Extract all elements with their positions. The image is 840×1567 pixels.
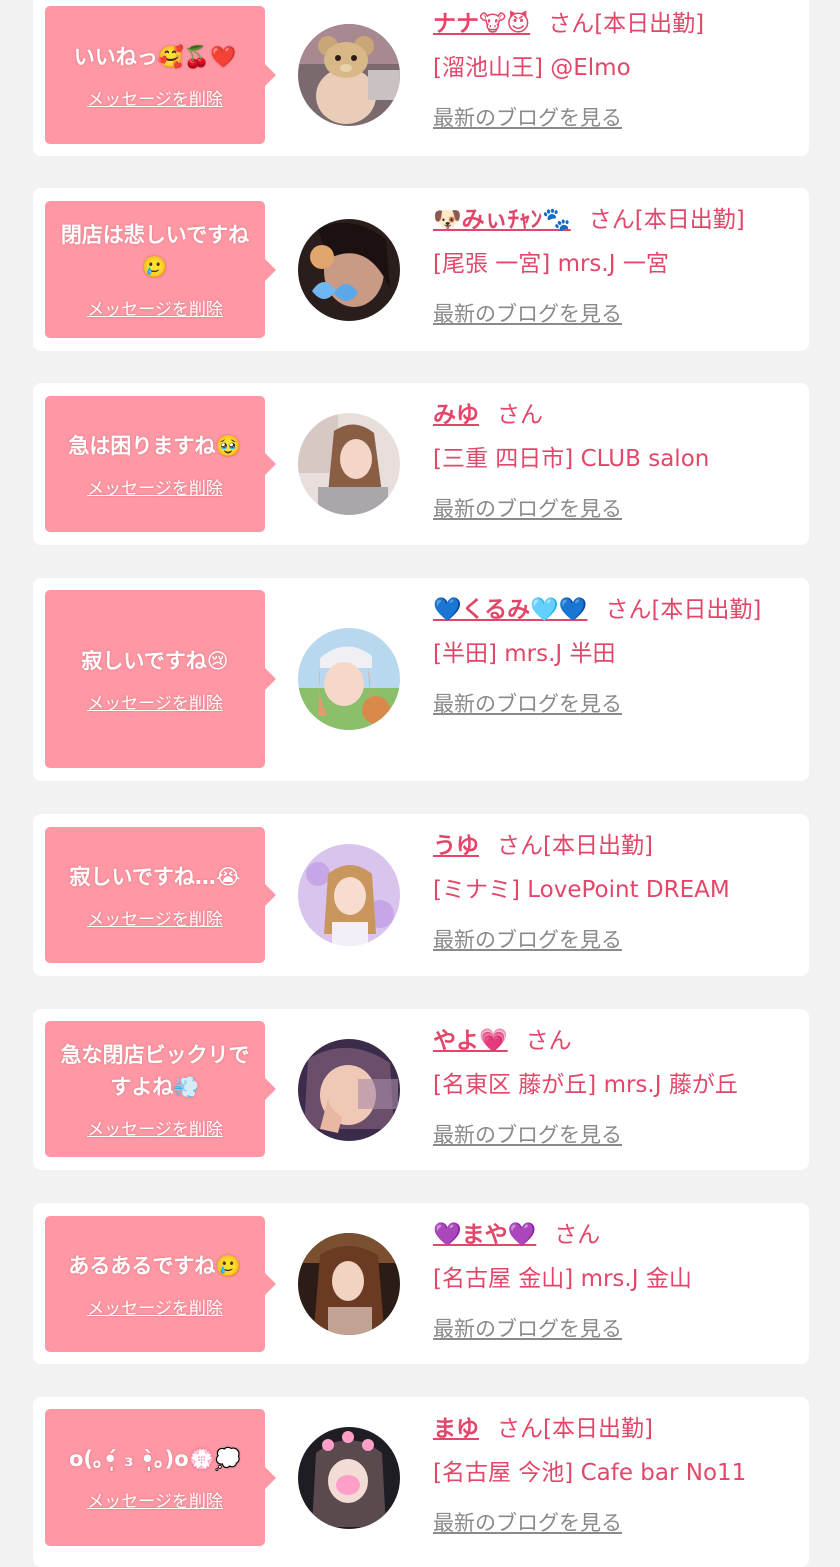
shop-name: [名古屋 今池] Cafe bar No11 (433, 1460, 747, 1486)
sender-name-link[interactable]: みゆ (433, 402, 479, 428)
latest-blog-link[interactable]: 最新のブログを見る (433, 1113, 622, 1157)
message-text: 急な閉店ビックリですよね💨 (60, 1042, 250, 1099)
portrait-photo-icon (298, 413, 400, 515)
sender-info: 💜まや💜 さん [名古屋 金山] mrs.J 金山 最新のブログを見る (433, 1213, 791, 1351)
sender-name-link[interactable]: やよ💗 (433, 1028, 508, 1054)
sender-info: みゆ さん [三重 四日市] CLUB salon 最新のブログを見る (433, 393, 791, 531)
sender-status: さん (525, 1028, 572, 1054)
message-card: 閉店は悲しいですね🥲 メッセージを削除 🐶みぃﾁｬﾝ🐾 さん[本日出勤] [尾張 … (33, 188, 809, 351)
message-bubble: いいねっ🥰🍒❤️ メッセージを削除 (45, 6, 276, 144)
message-text: 寂しいですね…😭 (69, 864, 241, 889)
sender-info: やよ💗 さん [名東区 藤が丘] mrs.J 藤が丘 最新のブログを見る (433, 1019, 791, 1157)
sender-info: ナナ🐮😈 さん[本日出勤] [溜池山王] @Elmo 最新のブログを見る (433, 2, 791, 140)
message-bubble: 急な閉店ビックリですよね💨 メッセージを削除 (45, 1021, 276, 1157)
latest-blog-link[interactable]: 最新のブログを見る (433, 918, 622, 962)
message-bubble: 寂しいですね…😭 メッセージを削除 (45, 827, 276, 963)
portrait-photo-icon (298, 1233, 400, 1335)
message-bubble: 閉店は悲しいですね🥲 メッセージを削除 (45, 201, 276, 338)
latest-blog-link[interactable]: 最新のブログを見る (433, 682, 622, 726)
message-text: 寂しいですね😢 (81, 648, 229, 673)
portrait-photo-icon (298, 1427, 400, 1529)
teddy-bear-photo-icon (298, 24, 400, 126)
sender-info: 🐶みぃﾁｬﾝ🐾 さん[本日出勤] [尾張 一宮] mrs.J 一宮 最新のブログを… (433, 198, 791, 336)
avatar[interactable] (298, 219, 400, 321)
message-text: 閉店は悲しいですね🥲 (60, 223, 250, 279)
latest-blog-link[interactable]: 最新のブログを見る (433, 1501, 622, 1545)
message-card: 急な閉店ビックリですよね💨 メッセージを削除 やよ💗 さん [名東区 藤が丘] m… (33, 1009, 809, 1170)
delete-message-link[interactable]: メッセージを削除 (87, 905, 223, 930)
message-card: あるあるですね🥲 メッセージを削除 💜まや💜 さん [名古屋 金山] mrs.J … (33, 1203, 809, 1364)
sender-name-link[interactable]: 🐶みぃﾁｬﾝ🐾 (433, 207, 571, 233)
shop-name: [三重 四日市] CLUB salon (433, 446, 710, 472)
sender-status: さん[本日出勤] (605, 597, 762, 623)
latest-blog-link[interactable]: 最新のブログを見る (433, 96, 622, 140)
sender-name-link[interactable]: 💙くるみ🩵💙 (433, 597, 587, 623)
message-card: いいねっ🥰🍒❤️ メッセージを削除 ナナ🐮😈 さん[本日出勤] [溜池山王] @E… (33, 0, 809, 156)
message-text: あるあるですね🥲 (68, 1253, 242, 1278)
shop-name: [名東区 藤が丘] mrs.J 藤が丘 (433, 1072, 738, 1098)
message-card: o(｡•̩̩̩́ ₃ •̩̩̩̀｡)o💮💭 メッセージを削除 まゆ さん[本日出勤… (33, 1397, 809, 1567)
avatar[interactable] (298, 24, 400, 126)
sender-status: さん[本日出勤] (497, 1416, 653, 1442)
portrait-photo-icon (298, 628, 400, 730)
delete-message-link[interactable]: メッセージを削除 (87, 689, 223, 714)
message-bubble: 寂しいですね😢 メッセージを削除 (45, 590, 276, 768)
sender-name-link[interactable]: 💜まや💜 (433, 1222, 536, 1248)
message-card: 寂しいですね…😭 メッセージを削除 うゆ さん[本日出勤] [ミナミ] LoveP… (33, 814, 809, 976)
sender-name-link[interactable]: うゆ (433, 833, 479, 859)
delete-message-link[interactable]: メッセージを削除 (87, 1487, 223, 1512)
avatar[interactable] (298, 413, 400, 515)
message-card: 急は困りますね🥹 メッセージを削除 みゆ さん [三重 四日市] CLUB sal… (33, 383, 809, 545)
delete-message-link[interactable]: メッセージを削除 (87, 1294, 223, 1319)
sender-status: さん[本日出勤] (497, 833, 653, 859)
sender-status: さん (497, 402, 543, 428)
portrait-photo-icon (298, 844, 400, 946)
delete-message-link[interactable]: メッセージを削除 (87, 1115, 223, 1140)
shop-name: [ミナミ] LovePoint DREAM (433, 877, 730, 903)
sender-name-link[interactable]: まゆ (433, 1416, 479, 1442)
latest-blog-link[interactable]: 最新のブログを見る (433, 292, 622, 336)
avatar[interactable] (298, 1427, 400, 1529)
sender-status: さん[本日出勤] (588, 207, 745, 233)
delete-message-link[interactable]: メッセージを削除 (87, 474, 223, 499)
message-text: o(｡•̩̩̩́ ₃ •̩̩̩̀｡)o💮💭 (68, 1447, 241, 1471)
delete-message-link[interactable]: メッセージを削除 (87, 295, 223, 320)
message-text: 急は困りますね🥹 (68, 433, 242, 458)
portrait-photo-icon (298, 219, 400, 321)
delete-message-link[interactable]: メッセージを削除 (87, 85, 223, 110)
sender-info: まゆ さん[本日出勤] [名古屋 今池] Cafe bar No11 最新のブログ… (433, 1407, 791, 1545)
shop-name: [名古屋 金山] mrs.J 金山 (433, 1266, 692, 1292)
sender-info: 💙くるみ🩵💙 さん[本日出勤] [半田] mrs.J 半田 最新のブログを見る (433, 588, 791, 726)
sender-status: さん[本日出勤] (548, 11, 705, 37)
sender-status: さん (554, 1222, 601, 1248)
portrait-photo-icon (298, 1039, 400, 1141)
avatar[interactable] (298, 628, 400, 730)
message-bubble: o(｡•̩̩̩́ ₃ •̩̩̩̀｡)o💮💭 メッセージを削除 (45, 1409, 276, 1546)
latest-blog-link[interactable]: 最新のブログを見る (433, 487, 622, 531)
message-bubble: 急は困りますね🥹 メッセージを削除 (45, 396, 276, 532)
shop-name: [半田] mrs.J 半田 (433, 641, 616, 667)
avatar[interactable] (298, 1233, 400, 1335)
avatar[interactable] (298, 1039, 400, 1141)
message-bubble: あるあるですね🥲 メッセージを削除 (45, 1216, 276, 1352)
message-card: 寂しいですね😢 メッセージを削除 💙くるみ🩵💙 さん[本日出勤] [半田] mrs… (33, 578, 809, 781)
latest-blog-link[interactable]: 最新のブログを見る (433, 1307, 622, 1351)
shop-name: [尾張 一宮] mrs.J 一宮 (433, 251, 669, 277)
message-text: いいねっ🥰🍒❤️ (73, 44, 237, 69)
avatar[interactable] (298, 844, 400, 946)
shop-name: [溜池山王] @Elmo (433, 55, 631, 81)
sender-info: うゆ さん[本日出勤] [ミナミ] LovePoint DREAM 最新のブログを… (433, 824, 791, 962)
sender-name-link[interactable]: ナナ🐮😈 (433, 11, 530, 37)
